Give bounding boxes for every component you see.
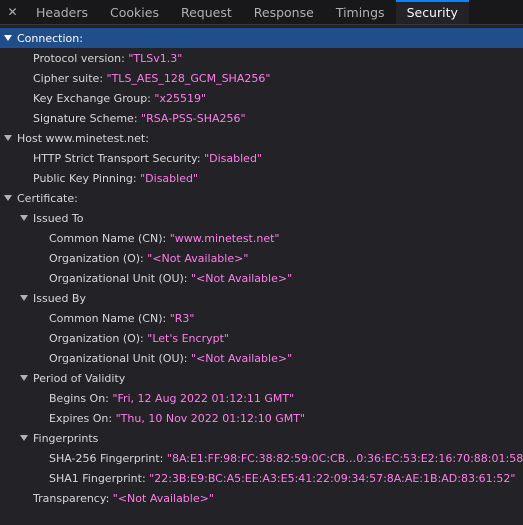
issued-by-label: Issued By	[33, 291, 86, 305]
cipher-suite-row[interactable]: Cipher suite: "TLS_AES_128_GCM_SHA256"	[0, 68, 523, 88]
expand-arrow-icon[interactable]	[19, 433, 29, 443]
transparency-row[interactable]: Transparency: "<Not Available>"	[0, 488, 523, 508]
expand-arrow-icon[interactable]	[19, 373, 29, 383]
expires-on-row[interactable]: Expires On: "Thu, 10 Nov 2022 01:12:10 G…	[0, 408, 523, 428]
key-exchange-row[interactable]: Key Exchange Group: "x25519"	[0, 88, 523, 108]
row-value: "x25519"	[154, 91, 207, 105]
issued-by-o-row[interactable]: Organization (O): "Let's Encrypt"	[0, 328, 523, 348]
row-key: SHA1 Fingerprint:	[49, 471, 146, 485]
fingerprints-label: Fingerprints	[33, 431, 99, 445]
row-key: Organization (O):	[49, 331, 144, 345]
row-value: "<Not Available>"	[147, 251, 249, 265]
row-key: SHA-256 Fingerprint:	[49, 451, 164, 465]
row-key: HTTP Strict Transport Security:	[33, 151, 201, 165]
issued-to-label: Issued To	[33, 211, 84, 225]
row-key: Organizational Unit (OU):	[49, 271, 188, 285]
row-key: Organization (O):	[49, 251, 144, 265]
row-value: "22:3B:E9:BC:A5:EE:A3:E5:41:22:09:34:57:…	[149, 471, 516, 485]
row-value: "Fri, 12 Aug 2022 01:12:11 GMT"	[112, 391, 295, 405]
issued-by-section[interactable]: Issued By	[0, 288, 523, 308]
certificate-section[interactable]: Certificate:	[0, 188, 523, 208]
tab-cookies[interactable]: Cookies	[99, 0, 170, 24]
row-key: Cipher suite:	[33, 71, 104, 85]
tab-security[interactable]: Security	[395, 0, 470, 24]
row-value: "<Not Available>"	[112, 491, 214, 505]
close-icon[interactable]: ✕	[0, 0, 25, 24]
sha1-row[interactable]: SHA1 Fingerprint: "22:3B:E9:BC:A5:EE:A3:…	[0, 468, 523, 488]
certificate-label: Certificate:	[17, 191, 78, 205]
tab-headers[interactable]: Headers	[25, 0, 99, 24]
issued-by-cn-row[interactable]: Common Name (CN): "R3"	[0, 308, 523, 328]
row-value: "R3"	[169, 311, 195, 325]
row-value: "Let's Encrypt"	[147, 331, 229, 345]
expand-arrow-icon[interactable]	[19, 213, 29, 223]
row-value: "<Not Available>"	[191, 271, 293, 285]
fingerprints-section[interactable]: Fingerprints	[0, 428, 523, 448]
begins-on-row[interactable]: Begins On: "Fri, 12 Aug 2022 01:12:11 GM…	[0, 388, 523, 408]
protocol-version-row[interactable]: Protocol version: "TLSv1.3"	[0, 48, 523, 68]
row-key: Transparency:	[33, 491, 110, 505]
issued-to-cn-row[interactable]: Common Name (CN): "www.minetest.net"	[0, 228, 523, 248]
row-value: "RSA-PSS-SHA256"	[141, 111, 246, 125]
details-tabbar: ✕ Headers Cookies Request Response Timin…	[0, 0, 523, 25]
host-section[interactable]: Host www.minetest.net:	[0, 128, 523, 148]
expand-arrow-icon[interactable]	[3, 193, 13, 203]
issued-to-section[interactable]: Issued To	[0, 208, 523, 228]
row-value: "Disabled"	[140, 171, 199, 185]
row-value: "TLS_AES_128_GCM_SHA256"	[106, 71, 271, 85]
row-value: "<Not Available>"	[191, 351, 293, 365]
row-value: "Disabled"	[204, 151, 262, 165]
row-key: Common Name (CN):	[49, 311, 167, 325]
security-tree: Connection: Protocol version: "TLSv1.3" …	[0, 25, 523, 508]
row-key: Public Key Pinning:	[33, 171, 137, 185]
validity-section[interactable]: Period of Validity	[0, 368, 523, 388]
connection-section[interactable]: Connection:	[0, 28, 523, 48]
host-label: Host www.minetest.net:	[17, 131, 149, 145]
tab-timings[interactable]: Timings	[325, 0, 396, 24]
issued-to-ou-row[interactable]: Organizational Unit (OU): "<Not Availabl…	[0, 268, 523, 288]
row-key: Begins On:	[49, 391, 109, 405]
row-key: Signature Scheme:	[33, 111, 138, 125]
expand-arrow-icon[interactable]	[3, 33, 13, 43]
expand-arrow-icon[interactable]	[3, 133, 13, 143]
row-key: Key Exchange Group:	[33, 91, 151, 105]
connection-label: Connection:	[17, 31, 83, 45]
validity-label: Period of Validity	[33, 371, 126, 385]
row-value: "Thu, 10 Nov 2022 01:12:10 GMT"	[115, 411, 305, 425]
sha256-row[interactable]: SHA-256 Fingerprint: "8A:E1:FF:98:FC:38:…	[0, 448, 523, 468]
tab-response[interactable]: Response	[243, 0, 325, 24]
row-key: Protocol version:	[33, 51, 125, 65]
row-value: "8A:E1:FF:98:FC:38:82:59:0C:CB…0:36:EC:5…	[166, 451, 523, 465]
issued-to-o-row[interactable]: Organization (O): "<Not Available>"	[0, 248, 523, 268]
row-key: Organizational Unit (OU):	[49, 351, 188, 365]
public-key-pinning-row[interactable]: Public Key Pinning: "Disabled"	[0, 168, 523, 188]
row-value: "TLSv1.3"	[128, 51, 183, 65]
hsts-row[interactable]: HTTP Strict Transport Security: "Disable…	[0, 148, 523, 168]
issued-by-ou-row[interactable]: Organizational Unit (OU): "<Not Availabl…	[0, 348, 523, 368]
expand-arrow-icon[interactable]	[19, 293, 29, 303]
row-key: Common Name (CN):	[49, 231, 167, 245]
signature-scheme-row[interactable]: Signature Scheme: "RSA-PSS-SHA256"	[0, 108, 523, 128]
tab-request[interactable]: Request	[170, 0, 243, 24]
row-key: Expires On:	[49, 411, 113, 425]
row-value: "www.minetest.net"	[169, 231, 280, 245]
